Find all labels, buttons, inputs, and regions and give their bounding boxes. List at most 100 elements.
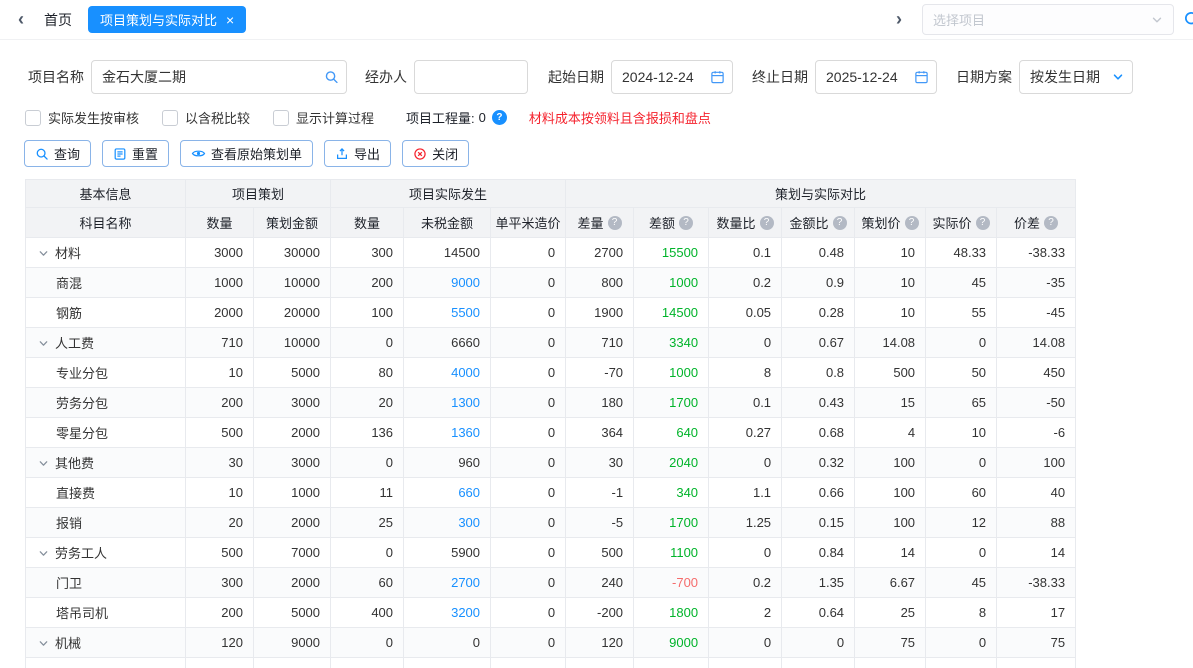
- cell-qty-ratio: 0: [709, 448, 782, 478]
- table-row: 零星分包5002000136136003646400.270.68410-6: [26, 418, 1076, 448]
- cell-actual-price: 45: [926, 268, 997, 298]
- cell-amount-diff: 9000: [634, 628, 709, 658]
- cell-qty-ratio: 0: [709, 328, 782, 358]
- search-icon[interactable]: [324, 70, 339, 85]
- subject-name-label: 钢筋: [56, 306, 82, 321]
- cell-amount-ratio: 0.8: [782, 358, 855, 388]
- group-header: 基本信息: [26, 180, 186, 208]
- cell-subject-name: 报销: [26, 508, 186, 538]
- close-button[interactable]: 关闭: [402, 140, 469, 167]
- calendar-icon[interactable]: [710, 70, 725, 85]
- cell-untaxed-amount[interactable]: 5500: [404, 298, 491, 328]
- chevron-left-icon[interactable]: ‹: [10, 9, 32, 30]
- handler-input[interactable]: [414, 60, 528, 94]
- cell-untaxed-amount: 5900: [404, 538, 491, 568]
- cell-plan-amount: 30000: [254, 238, 331, 268]
- cell-untaxed-amount[interactable]: 300: [404, 508, 491, 538]
- checkbox-icon[interactable]: [273, 110, 289, 126]
- column-header-actual-price: 实际价?: [926, 208, 997, 238]
- subject-name-label: 塔吊司机: [56, 606, 108, 621]
- column-info-icon[interactable]: ?: [679, 216, 693, 230]
- column-header-plan-amount: 策划金额: [254, 208, 331, 238]
- cell-plan-price: 10: [855, 238, 926, 268]
- tab-home[interactable]: 首页: [44, 10, 72, 30]
- collapse-chevron-icon[interactable]: [38, 458, 49, 469]
- tab-active[interactable]: 项目策划与实际对比 ×: [88, 6, 246, 33]
- column-label: 未税金额: [421, 213, 473, 232]
- column-info-icon[interactable]: ?: [976, 216, 990, 230]
- search-icon[interactable]: [1183, 10, 1193, 29]
- export-button[interactable]: 导出: [324, 140, 391, 167]
- cell-actual-qty: 0: [331, 538, 404, 568]
- cell-plan-amount: 2000: [254, 418, 331, 448]
- project-name-label: 项目名称: [28, 67, 84, 87]
- checkbox-icon[interactable]: [162, 110, 178, 126]
- cell-per-sqm-cost: 0: [491, 478, 566, 508]
- column-info-icon[interactable]: ?: [833, 216, 847, 230]
- cell-untaxed-amount[interactable]: 3200: [404, 598, 491, 628]
- cell-plan-amount: 9000: [254, 628, 331, 658]
- info-icon[interactable]: ?: [492, 110, 507, 125]
- table-row: 塔吊司机200500040032000-200180020.6425817: [26, 598, 1076, 628]
- cell-untaxed-amount[interactable]: 4000: [404, 358, 491, 388]
- cell-empty: [491, 658, 566, 668]
- cell-qty-diff: 2700: [566, 238, 634, 268]
- cell-actual-qty: 11: [331, 478, 404, 508]
- cell-actual-qty: 0: [331, 448, 404, 478]
- collapse-chevron-icon[interactable]: [38, 638, 49, 649]
- checkbox-icon[interactable]: [25, 110, 41, 126]
- query-button[interactable]: 查询: [24, 140, 91, 167]
- chevron-right-icon[interactable]: ›: [888, 9, 910, 30]
- cell-actual-qty: 100: [331, 298, 404, 328]
- cell-untaxed-amount[interactable]: 1360: [404, 418, 491, 448]
- cell-actual-price: 10: [926, 418, 997, 448]
- button-label: 重置: [132, 144, 158, 163]
- cell-plan-price: 100: [855, 508, 926, 538]
- date-scheme-select[interactable]: 按发生日期: [1019, 60, 1133, 94]
- cell-amount-diff: 3340: [634, 328, 709, 358]
- table-row: 劳务工人5007000059000500110000.8414014: [26, 538, 1076, 568]
- cell-untaxed-amount[interactable]: 660: [404, 478, 491, 508]
- view-original-plan-button[interactable]: 查看原始策划单: [180, 140, 313, 167]
- project-select[interactable]: 选择项目: [922, 4, 1174, 35]
- cell-untaxed-amount: 0: [404, 628, 491, 658]
- collapse-chevron-icon[interactable]: [38, 248, 49, 259]
- checkbox-option-1[interactable]: 实际发生按审核: [25, 108, 139, 127]
- project-name-input[interactable]: [91, 60, 347, 94]
- cell-amount-ratio: 0.28: [782, 298, 855, 328]
- cell-subject-name: 专业分包: [26, 358, 186, 388]
- calendar-icon[interactable]: [914, 70, 929, 85]
- table-row: 报销202000253000-517001.250.151001288: [26, 508, 1076, 538]
- cell-qty-ratio: 0: [709, 538, 782, 568]
- checkbox-option-3[interactable]: 显示计算过程: [273, 108, 374, 127]
- cell-subject-name: 劳务工人: [26, 538, 186, 568]
- checkbox-option-2[interactable]: 以含税比较: [162, 108, 250, 127]
- checkbox-label: 显示计算过程: [296, 108, 374, 127]
- reset-button[interactable]: 重置: [102, 140, 169, 167]
- cell-price-diff: 450: [997, 358, 1076, 388]
- column-label: 金额比: [790, 213, 829, 232]
- cell-plan-price: 10: [855, 298, 926, 328]
- column-info-icon[interactable]: ?: [608, 216, 622, 230]
- cell-amount-ratio: 0.64: [782, 598, 855, 628]
- cell-actual-price: 48.33: [926, 238, 997, 268]
- column-info-icon[interactable]: ?: [760, 216, 774, 230]
- cell-actual-price: 55: [926, 298, 997, 328]
- cell-price-diff: -50: [997, 388, 1076, 418]
- cell-untaxed-amount[interactable]: 9000: [404, 268, 491, 298]
- column-header-row: 科目名称数量策划金额数量未税金额单平米造价差量?差额?数量比?金额比?策划价?实…: [26, 208, 1076, 238]
- group-header: 项目策划: [186, 180, 331, 208]
- cell-untaxed-amount[interactable]: 1300: [404, 388, 491, 418]
- collapse-chevron-icon[interactable]: [38, 338, 49, 349]
- cell-qty-diff: -200: [566, 598, 634, 628]
- column-info-icon[interactable]: ?: [905, 216, 919, 230]
- options-checkboxes: 实际发生按审核 以含税比较 显示计算过程: [25, 108, 397, 127]
- tab-close-icon[interactable]: ×: [226, 13, 234, 27]
- export-icon: [335, 147, 349, 161]
- cell-qty-ratio: 0.2: [709, 568, 782, 598]
- column-info-icon[interactable]: ?: [1044, 216, 1058, 230]
- collapse-chevron-icon[interactable]: [38, 548, 49, 559]
- subject-name-label: 门卫: [56, 576, 82, 591]
- cell-actual-price: 60: [926, 478, 997, 508]
- cell-untaxed-amount[interactable]: 2700: [404, 568, 491, 598]
